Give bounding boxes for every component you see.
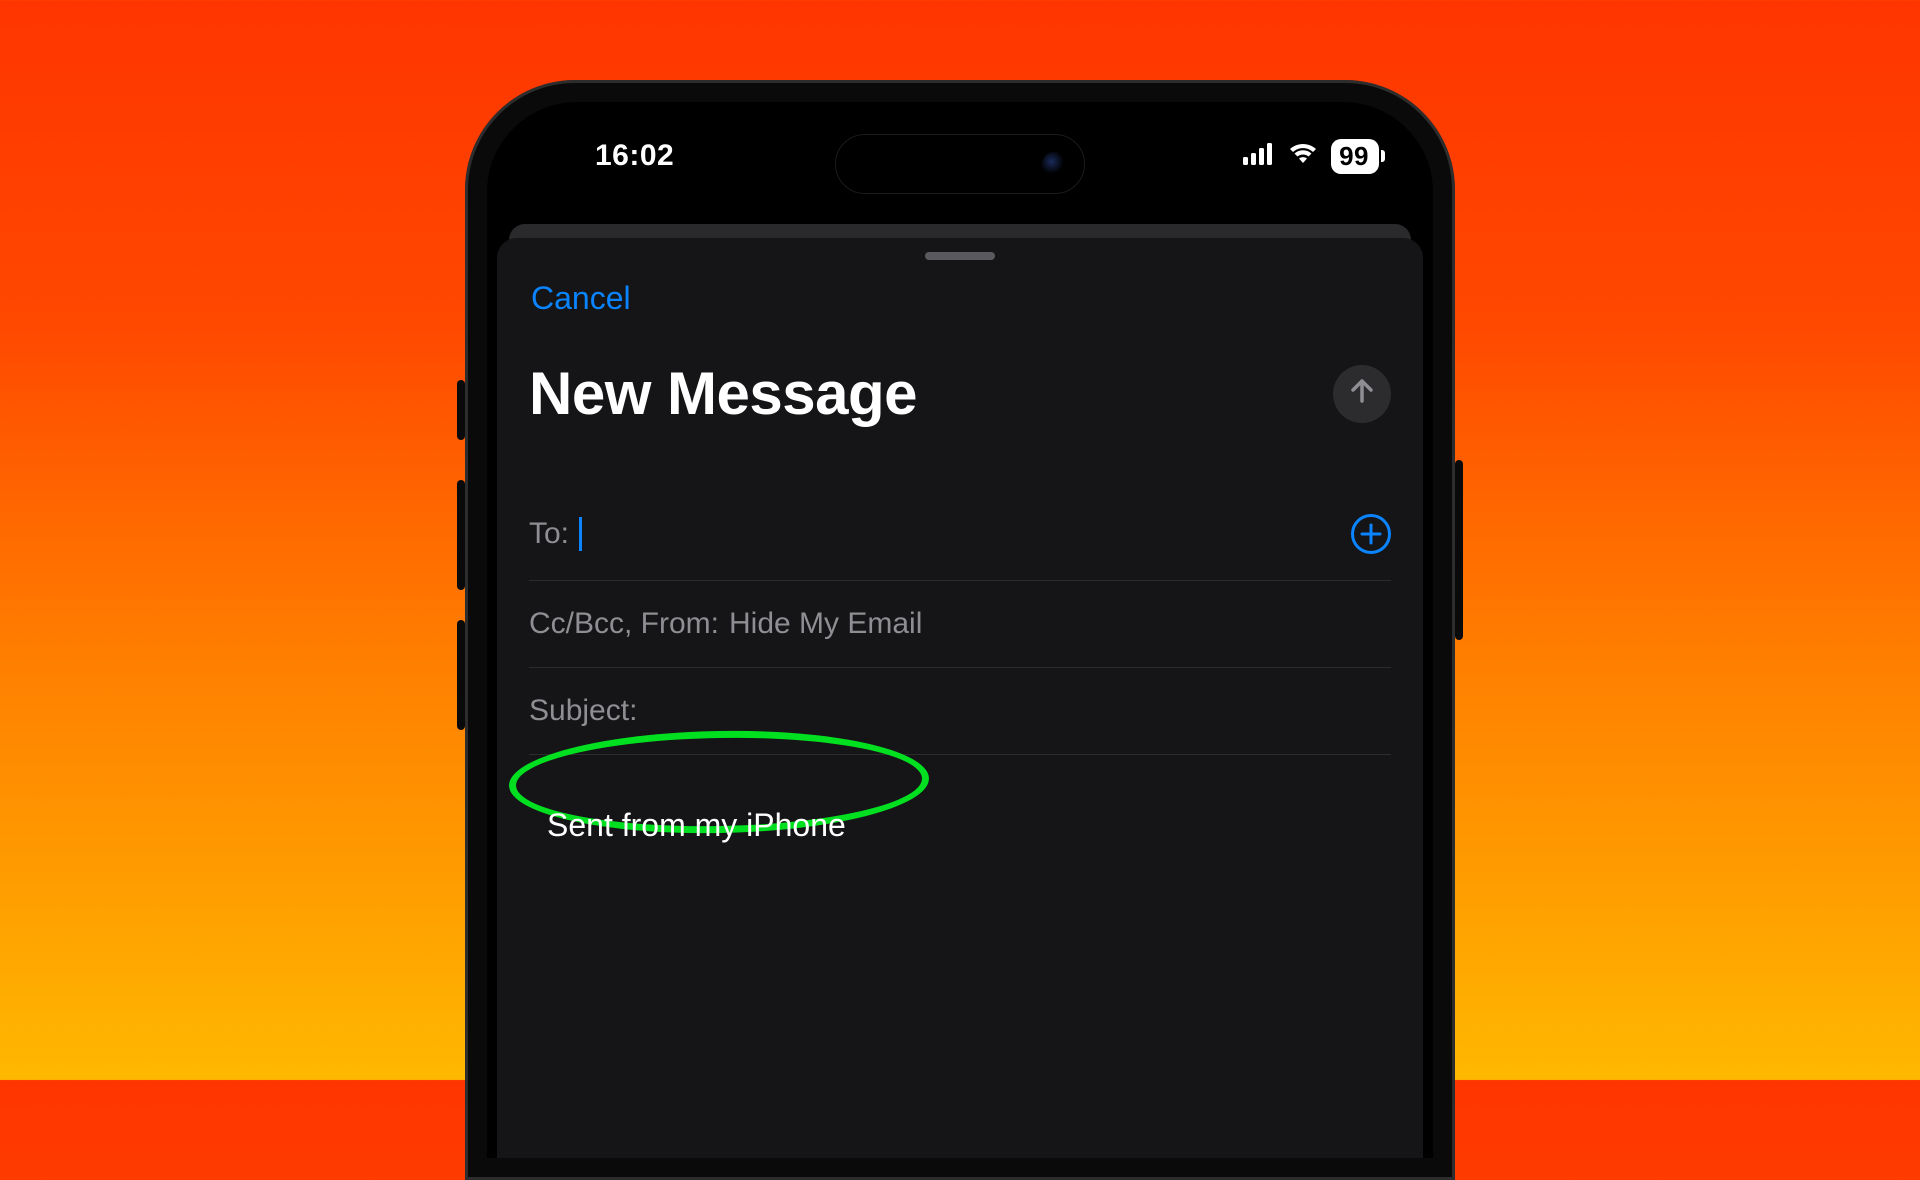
front-camera-icon [1042,152,1066,176]
subject-field-row[interactable]: Subject: [529,668,1391,755]
dynamic-island [835,134,1085,194]
compose-sheet: Cancel New Message To: [497,238,1423,1158]
add-contact-button[interactable] [1351,514,1391,554]
signature-text[interactable]: Sent from my iPhone [529,801,864,850]
status-icons: 99 [1243,139,1383,174]
subject-label: Subject: [529,694,637,728]
page-title: New Message [529,359,917,428]
volume-up-button [457,480,465,590]
volume-down-button [457,620,465,730]
status-time: 16:02 [537,139,674,173]
cancel-button[interactable]: Cancel [531,280,1391,317]
phone-frame: 16:02 [465,80,1455,1180]
phone-screen: 16:02 [487,102,1433,1158]
send-button[interactable] [1333,365,1391,423]
from-value: Hide My Email [729,607,922,641]
battery-level: 99 [1339,141,1369,172]
wifi-icon [1287,139,1319,173]
sheet-grabber[interactable] [925,252,995,260]
battery-indicator: 99 [1331,139,1379,174]
arrow-up-icon [1347,376,1377,411]
to-field-row[interactable]: To: [529,488,1391,581]
ccbcc-from-field-row[interactable]: Cc/Bcc, From: Hide My Email [529,581,1391,668]
text-caret [579,517,582,551]
power-button [1455,460,1463,640]
cellular-signal-icon [1243,139,1275,173]
silent-switch [457,380,465,440]
ccbcc-from-label: Cc/Bcc, From: [529,607,719,641]
message-body[interactable]: Sent from my iPhone [529,755,1391,850]
to-label: To: [529,517,569,551]
plus-icon [1360,523,1382,545]
